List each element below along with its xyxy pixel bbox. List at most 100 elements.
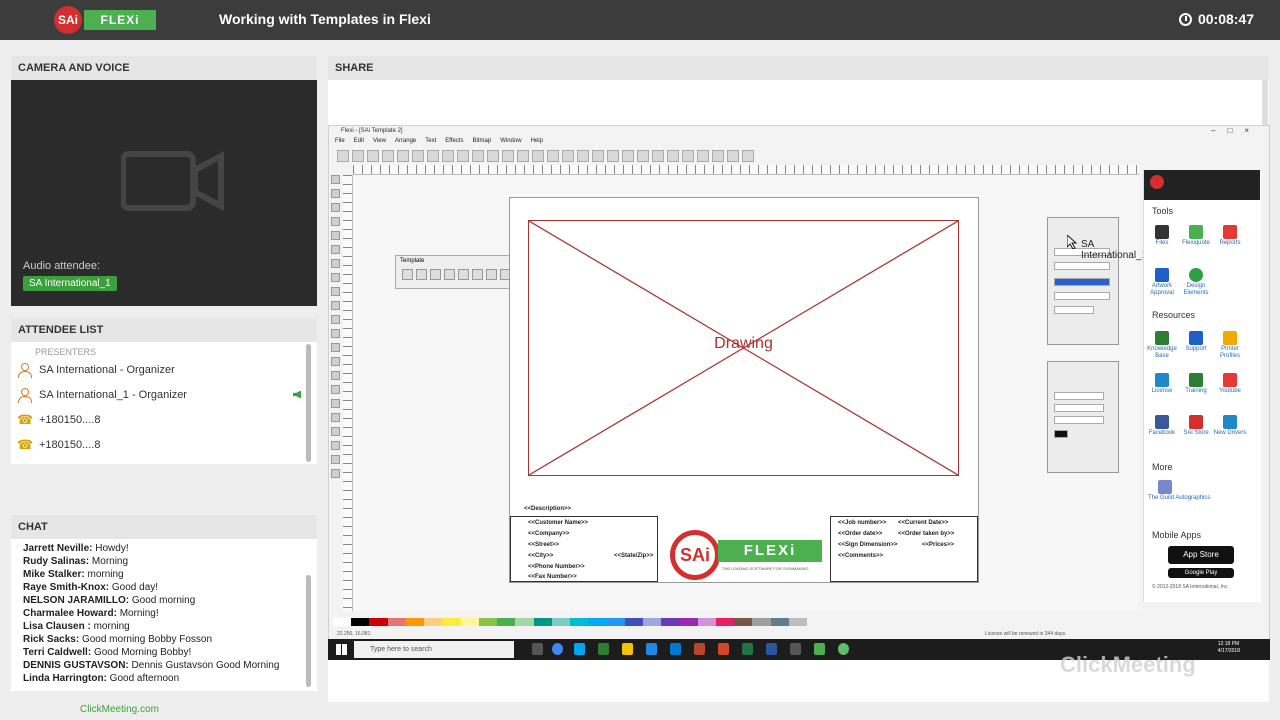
tool-icon[interactable] (331, 441, 340, 450)
template-tool-icon[interactable] (486, 269, 497, 280)
outlook-icon[interactable] (670, 643, 681, 655)
color-palette[interactable] (333, 618, 808, 626)
palette-swatch[interactable] (679, 618, 698, 626)
app-icon[interactable] (598, 643, 609, 655)
color-select[interactable] (1054, 278, 1110, 286)
tool-icon[interactable] (331, 175, 340, 184)
toolbar-button[interactable] (577, 150, 589, 162)
toolbar-button[interactable] (472, 150, 484, 162)
field-order-date[interactable]: <<Order date>> (838, 531, 882, 537)
template-tool-icon[interactable] (472, 269, 483, 280)
toolbar-button[interactable] (502, 150, 514, 162)
toolbar-button[interactable] (532, 150, 544, 162)
tool-icon[interactable] (331, 287, 340, 296)
field-job-number[interactable]: <<Job number>> (838, 520, 886, 526)
training-link[interactable]: Training (1178, 373, 1214, 395)
palette-swatch[interactable] (770, 618, 789, 626)
attendee-row[interactable]: SA International_1 - Organizer (11, 382, 317, 407)
presenters-group-label[interactable]: PRESENTERS (11, 342, 317, 357)
toolbar-button[interactable] (547, 150, 559, 162)
toolbar-button[interactable] (712, 150, 724, 162)
field-prices[interactable]: <<Prices>> (922, 542, 954, 548)
font-name-select[interactable] (1054, 262, 1110, 270)
template-tool-icon[interactable] (444, 269, 455, 280)
tool-icon[interactable] (331, 357, 340, 366)
toolbar-button[interactable] (412, 150, 424, 162)
google-play-badge[interactable]: Google Play (1168, 568, 1234, 578)
flexiquote-link[interactable]: Flexiquote (1178, 225, 1214, 247)
excel-icon[interactable] (742, 643, 753, 655)
palette-swatch[interactable] (788, 618, 808, 626)
word-icon[interactable] (766, 643, 777, 655)
palette-swatch[interactable] (570, 618, 589, 626)
app-icon[interactable] (790, 643, 801, 655)
drawing-placeholder[interactable]: Drawing (528, 220, 959, 476)
palette-swatch[interactable] (460, 618, 479, 626)
tool-icon[interactable] (331, 301, 340, 310)
palette-swatch[interactable] (606, 618, 625, 626)
toolbar-button[interactable] (622, 150, 634, 162)
tool-icon[interactable] (331, 371, 340, 380)
palette-swatch[interactable] (752, 618, 771, 626)
field-sign-dimension[interactable]: <<Sign Dimension>> (838, 542, 897, 548)
store-icon[interactable] (646, 643, 657, 655)
field-comments[interactable]: <<Comments>> (838, 553, 883, 559)
tool-icon[interactable] (331, 189, 340, 198)
palette-swatch[interactable] (405, 618, 425, 626)
windows-start-icon[interactable] (336, 644, 347, 655)
palette-swatch[interactable] (624, 618, 643, 626)
style-select[interactable] (1054, 292, 1110, 300)
tool-icon[interactable] (331, 217, 340, 226)
tool-icon[interactable] (331, 385, 340, 394)
tool-icon[interactable] (331, 427, 340, 436)
tool-icon[interactable] (331, 231, 340, 240)
tool-icon[interactable] (331, 203, 340, 212)
design-elements-link[interactable]: Design Elements (1178, 268, 1214, 297)
reports-link[interactable]: Reports (1212, 225, 1248, 247)
palette-swatch[interactable] (551, 618, 571, 626)
support-link[interactable]: Support (1178, 331, 1214, 353)
field-current-date[interactable]: <<Current Date>> (898, 520, 948, 526)
skype-icon[interactable] (574, 643, 585, 655)
palette-swatch[interactable] (497, 618, 516, 626)
new-drivers-link[interactable]: New Drivers (1212, 415, 1248, 437)
tool-icon[interactable] (331, 245, 340, 254)
menu-window[interactable]: Window (500, 138, 521, 148)
attendee-row[interactable]: ☎ +180150....8 (11, 432, 317, 457)
tool-icon[interactable] (331, 329, 340, 338)
clickmeeting-link[interactable]: ClickMeeting.com (80, 704, 159, 715)
template-tool-icon[interactable] (416, 269, 427, 280)
tool-icon[interactable] (331, 469, 340, 478)
stroke-select[interactable] (1054, 392, 1104, 400)
menu-view[interactable]: View (373, 138, 386, 148)
facebook-link[interactable]: Facebook (1144, 415, 1180, 437)
palette-swatch[interactable] (642, 618, 662, 626)
field-customer-name[interactable]: <<Customer Name>> (528, 520, 588, 526)
palette-swatch[interactable] (515, 618, 534, 626)
toolbar-button[interactable] (442, 150, 454, 162)
size-input[interactable] (1054, 306, 1094, 314)
license-link[interactable]: License (1144, 373, 1180, 395)
files-link[interactable]: Files (1144, 225, 1180, 247)
palette-swatch[interactable] (533, 618, 552, 626)
template-tool-icon[interactable] (430, 269, 441, 280)
palette-swatch[interactable] (715, 618, 735, 626)
stroke-color-swatch[interactable] (1054, 430, 1068, 438)
tool-icon[interactable] (331, 273, 340, 282)
onenote-icon[interactable] (694, 643, 705, 655)
app-store-badge[interactable]: App Store (1168, 546, 1234, 564)
attendee-row[interactable]: ☎ +180150....8 (11, 407, 317, 432)
field-order-taken-by[interactable]: <<Order taken by>> (898, 531, 954, 537)
powerpoint-icon[interactable] (718, 643, 729, 655)
design-canvas[interactable]: Template Drawing <<Description>> <<Custo… (353, 175, 1147, 611)
chrome-icon[interactable] (552, 643, 563, 655)
menu-help[interactable]: Help (531, 138, 543, 148)
menu-bitmap[interactable]: Bitmap (473, 138, 492, 148)
menu-file[interactable]: File (335, 138, 345, 148)
palette-swatch[interactable] (478, 618, 498, 626)
window-controls[interactable]: –□× (1211, 126, 1261, 135)
menu-text[interactable]: Text (425, 138, 436, 148)
toolbar-button[interactable] (397, 150, 409, 162)
knowledge-base-link[interactable]: Knowledge Base (1144, 331, 1180, 360)
palette-swatch[interactable] (369, 618, 388, 626)
